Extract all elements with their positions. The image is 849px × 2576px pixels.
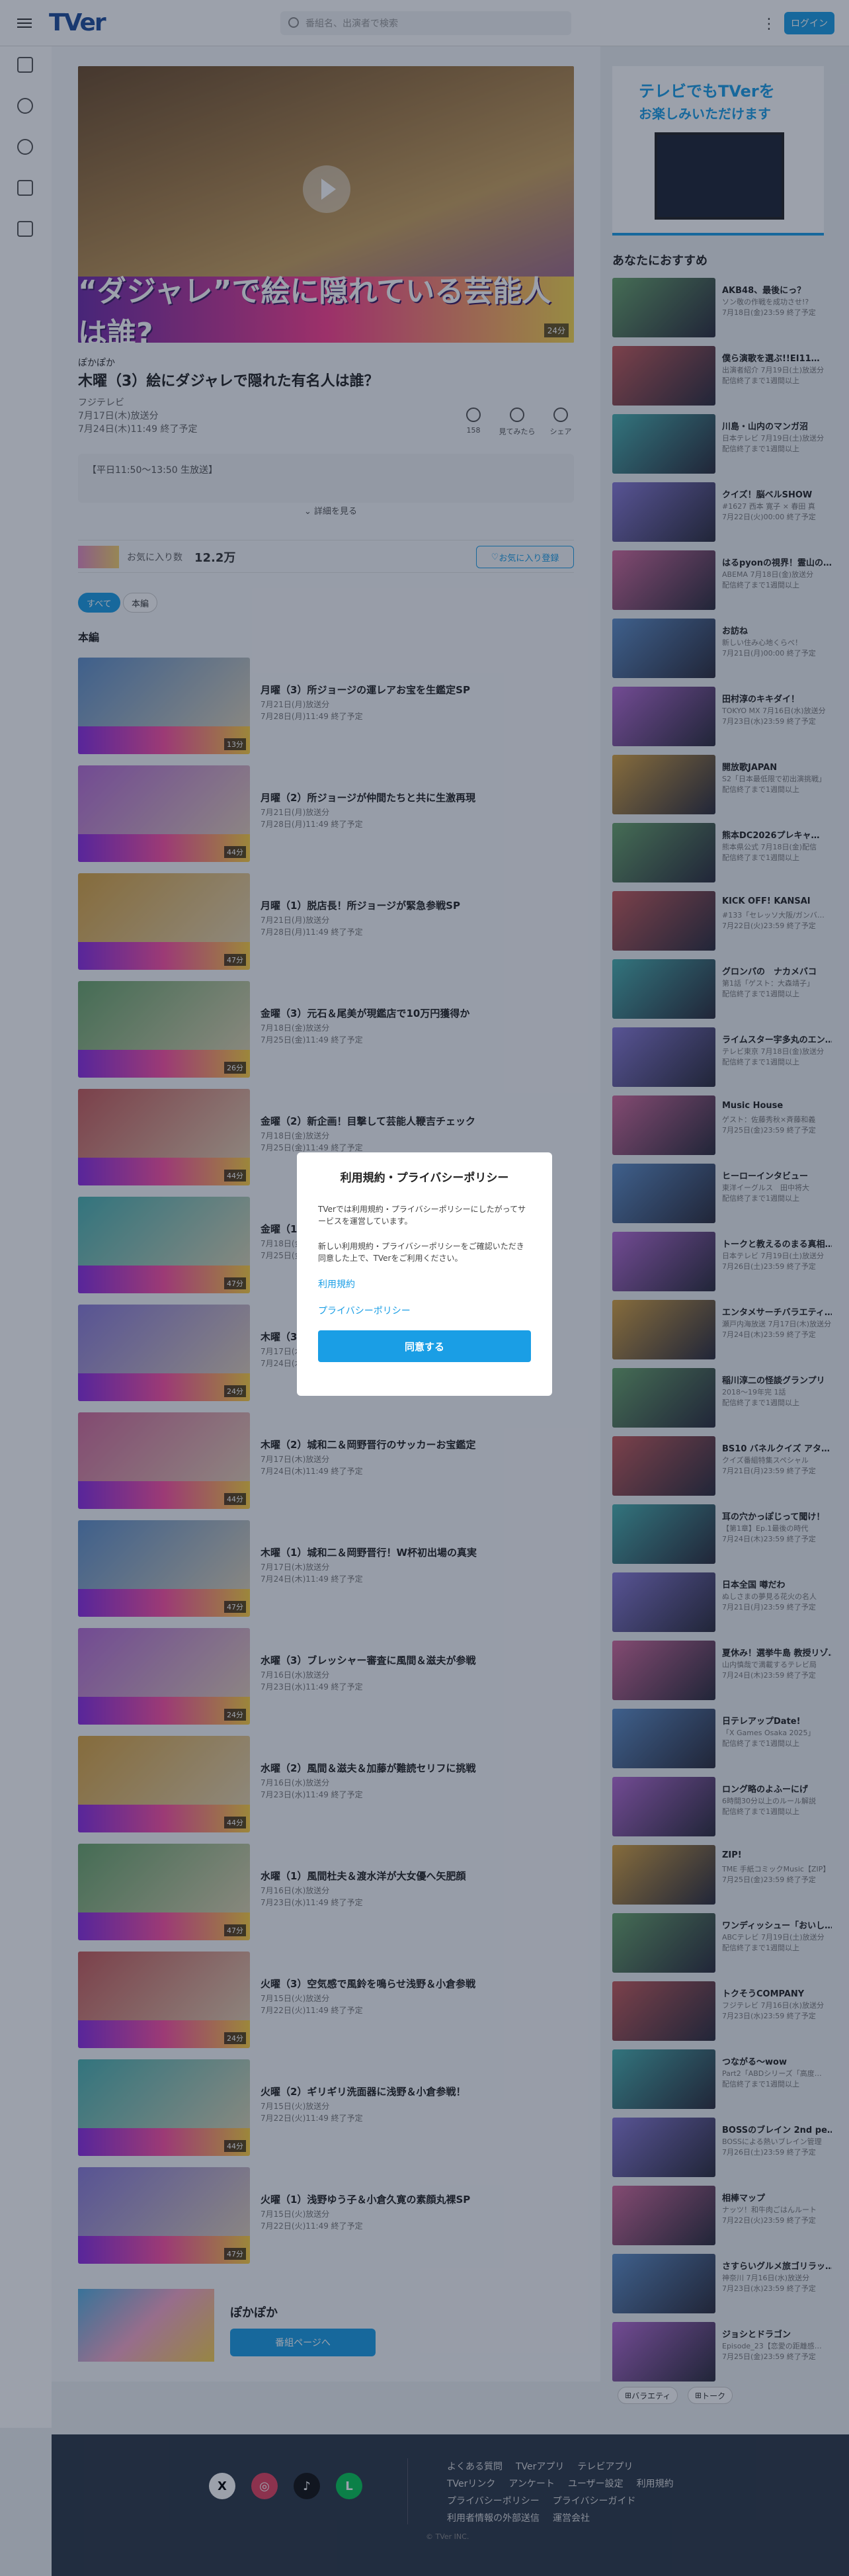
modal-text-2: 新しい利用規約・プライバシーポリシーをご確認いただき同意した上で、TVerをご利… bbox=[318, 1242, 524, 1263]
modal-text-1: TVerでは利用規約・プライバシーポリシーにしたがってサービスを運営しています。 bbox=[318, 1205, 526, 1226]
terms-modal: 利用規約・プライバシーポリシー TVerでは利用規約・プライバシーポリシーにした… bbox=[297, 1152, 552, 1396]
terms-link[interactable]: 利用規約 bbox=[318, 1277, 531, 1291]
agree-button[interactable]: 同意する bbox=[318, 1330, 531, 1362]
modal-title: 利用規約・プライバシーポリシー bbox=[340, 1172, 509, 1185]
privacy-link[interactable]: プライバシーポリシー bbox=[318, 1304, 531, 1317]
